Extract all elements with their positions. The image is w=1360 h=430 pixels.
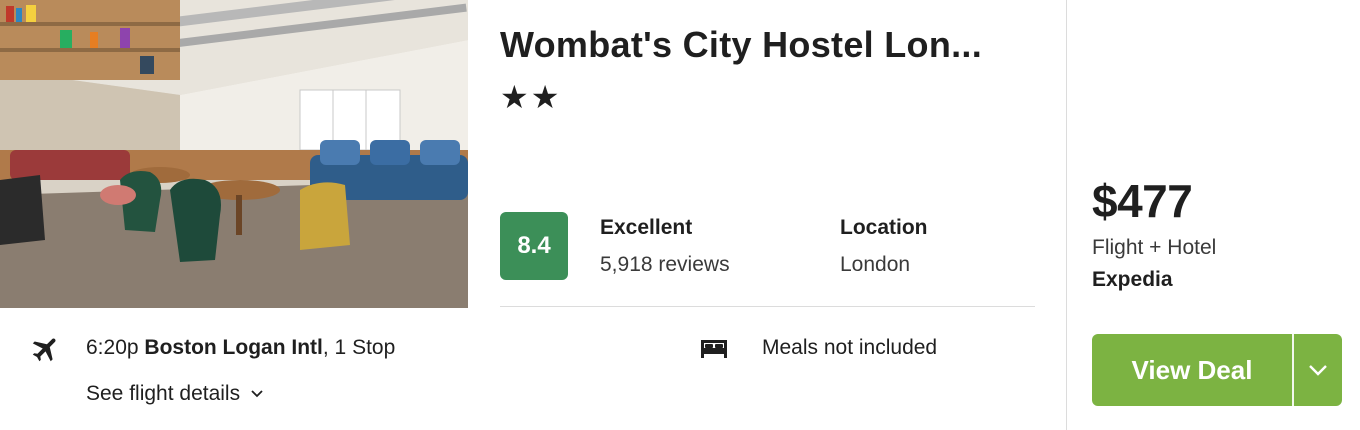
package-type: Flight + Hotel bbox=[1092, 236, 1217, 259]
see-flight-details-label: See flight details bbox=[86, 382, 241, 405]
deal-provider: Expedia bbox=[1092, 268, 1173, 291]
flight-hotel-result-card: Wombat's City Hostel Lon... ★★ 8.4 Excel… bbox=[0, 0, 1360, 430]
bed-icon bbox=[701, 340, 727, 358]
hotel-star-rating: ★★ bbox=[500, 79, 562, 115]
more-deals-dropdown-toggle[interactable] bbox=[1294, 334, 1342, 406]
price-column-divider bbox=[1066, 0, 1067, 430]
view-deal-button[interactable]: View Deal bbox=[1092, 334, 1292, 406]
hotel-photo[interactable] bbox=[0, 0, 468, 308]
location-label: Location bbox=[840, 216, 928, 239]
flight-summary: 6:20p Boston Logan Intl, 1 Stop bbox=[86, 336, 395, 360]
airplane-icon bbox=[32, 338, 56, 362]
chevron-down-icon bbox=[251, 390, 263, 398]
hostel-lounge-image bbox=[0, 0, 468, 308]
review-score-badge: 8.4 bbox=[500, 212, 568, 280]
flight-stops: , 1 Stop bbox=[322, 336, 396, 359]
location-value: London bbox=[840, 253, 911, 276]
review-rating-label: Excellent bbox=[600, 216, 693, 239]
section-divider bbox=[500, 306, 1035, 307]
meals-info: Meals not included bbox=[762, 336, 938, 359]
view-deal-button-group: View Deal bbox=[1092, 334, 1342, 406]
chevron-down-icon bbox=[1309, 365, 1327, 376]
hotel-name[interactable]: Wombat's City Hostel Lon... bbox=[500, 24, 1040, 66]
review-count[interactable]: 5,918 reviews bbox=[600, 253, 730, 277]
see-flight-details-link[interactable]: See flight details bbox=[86, 382, 264, 406]
button-separator bbox=[1292, 334, 1294, 406]
departure-time: 6:20p bbox=[86, 336, 139, 359]
departure-airport: Boston Logan Intl bbox=[144, 336, 323, 359]
deal-price: $477 bbox=[1092, 175, 1193, 227]
